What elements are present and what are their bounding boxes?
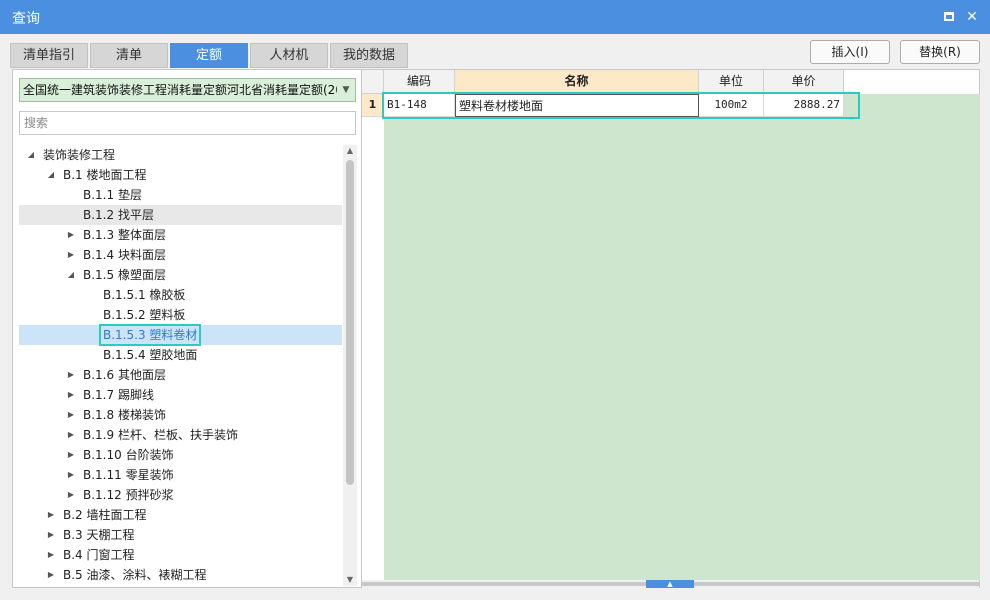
tree-scrollbar[interactable]: ▲ ▼ <box>343 145 357 586</box>
row-highlight-box <box>382 92 860 119</box>
tree-node[interactable]: ▶ B.1.9 栏杆、栏板、扶手装饰 <box>19 425 342 445</box>
dropdown-arrow-icon[interactable]: ▼ <box>337 79 355 101</box>
tree-node[interactable]: ◢ B.1.5 橡塑面层 <box>19 265 342 285</box>
tree-node[interactable]: B.1.5.4 塑胶地面 <box>19 345 342 365</box>
tree-node-label: B.1.4 块料面层 <box>83 248 166 262</box>
tree-node-label: B.1.9 栏杆、栏板、扶手装饰 <box>83 428 238 442</box>
tree-node-label: B.1.5.2 塑料板 <box>103 308 186 322</box>
tree-node-label: B.1.5.3 塑料卷材 <box>99 324 202 346</box>
collapse-arrow-icon[interactable]: ◢ <box>25 145 37 165</box>
tree-node-label: B.1.12 预拌砂浆 <box>83 488 174 502</box>
maximize-icon <box>944 11 954 21</box>
expand-arrow-icon[interactable]: ▶ <box>65 465 77 485</box>
collapse-arrow-icon[interactable]: ◢ <box>45 165 57 185</box>
tab-materials[interactable]: 人材机 <box>250 43 328 68</box>
tree-node-label: B.4 门窗工程 <box>63 548 135 562</box>
col-header-rownum <box>362 70 384 94</box>
tree-node-label: B.5 油漆、涂料、裱糊工程 <box>63 568 207 582</box>
tree-node-label: B.3 天棚工程 <box>63 528 135 542</box>
quota-tree: ◢ 装饰装修工程 ◢ B.1 楼地面工程 B.1.1 垫层 B.1.2 找平层 ▶ B.1.3… <box>13 145 343 585</box>
col-header-code[interactable]: 编码 <box>384 70 455 94</box>
tree-node[interactable]: ◢ 装饰装修工程 <box>19 145 342 165</box>
tree-node-label: B.1.8 楼梯装饰 <box>83 408 166 422</box>
tree-node-label: B.1.6 其他面层 <box>83 368 166 382</box>
window-title: 查询 <box>12 11 40 27</box>
replace-button[interactable]: 替换(R) <box>900 40 980 64</box>
tree-node[interactable]: ▶ B.1.8 楼梯装饰 <box>19 405 342 425</box>
tree-node[interactable]: ◢ B.1 楼地面工程 <box>19 165 342 185</box>
tree-node[interactable]: ▶ B.4 门窗工程 <box>19 545 342 565</box>
quota-library-select[interactable]: 全国统一建筑装饰装修工程消耗量定额河北省消耗量定额(20 ▼ <box>19 78 356 102</box>
tree-node[interactable]: ▶ B.1.3 整体面层 <box>19 225 342 245</box>
col-header-price[interactable]: 单价 <box>764 70 844 94</box>
expand-arrow-icon[interactable]: ▶ <box>65 365 77 385</box>
expand-arrow-icon[interactable]: ▶ <box>65 445 77 465</box>
insert-button[interactable]: 插入(I) <box>810 40 890 64</box>
expand-arrow-icon[interactable]: ▶ <box>45 545 57 565</box>
tree-node[interactable]: ▶ B.1.10 台阶装饰 <box>19 445 342 465</box>
collapse-arrow-icon[interactable]: ◢ <box>65 265 77 285</box>
tree-node-label: B.1.2 找平层 <box>83 208 154 222</box>
row-number: 1 <box>362 94 384 117</box>
expand-arrow-icon[interactable]: ▶ <box>65 225 77 245</box>
scroll-thumb[interactable] <box>346 160 354 485</box>
tree-node[interactable]: ▶ B.2 墙柱面工程 <box>19 505 342 525</box>
col-header-name[interactable]: 名称 <box>455 70 699 94</box>
scroll-up-icon[interactable]: ▲ <box>343 145 357 157</box>
expand-arrow-icon[interactable]: ▶ <box>65 245 77 265</box>
tree-node[interactable]: ▶ B.1.11 零星装饰 <box>19 465 342 485</box>
tree-node[interactable]: B.1.5.3 塑料卷材 <box>19 324 342 346</box>
title-bar: 查询 ✕ <box>0 0 990 34</box>
tree-node[interactable]: ▶ B.1.7 踢脚线 <box>19 385 342 405</box>
expand-arrow-icon[interactable]: ▶ <box>45 505 57 525</box>
tree-node-label: B.1.5 橡塑面层 <box>83 268 166 282</box>
tree-node[interactable]: B.1.2 找平层 <box>19 205 342 225</box>
tree-node-label: 装饰装修工程 <box>43 148 116 162</box>
tab-my-data[interactable]: 我的数据 <box>330 43 408 68</box>
grid-empty-area <box>384 94 980 580</box>
tree-node[interactable]: ▶ B.1.6 其他面层 <box>19 365 342 385</box>
tree-node-label: B.1.3 整体面层 <box>83 228 166 242</box>
tree-node[interactable]: ▶ B.5 油漆、涂料、裱糊工程 <box>19 565 342 585</box>
tree-node-label: B.1.1 垫层 <box>83 188 142 202</box>
tree-node-label: B.1.11 零星装饰 <box>83 468 174 482</box>
tree-node-label: B.1.5.1 橡胶板 <box>103 288 186 302</box>
expand-arrow-icon[interactable]: ▶ <box>65 425 77 445</box>
expand-arrow-icon[interactable]: ▶ <box>45 565 57 585</box>
tree-node-label: B.2 墙柱面工程 <box>63 508 147 522</box>
tree-node[interactable]: ▶ B.1.4 块料面层 <box>19 245 342 265</box>
quota-library-value: 全国统一建筑装饰装修工程消耗量定额河北省消耗量定额(20 <box>23 83 343 97</box>
col-header-unit[interactable]: 单位 <box>699 70 764 94</box>
search-input[interactable] <box>19 111 356 135</box>
close-button[interactable]: ✕ <box>961 6 983 28</box>
expand-arrow-icon[interactable]: ▶ <box>45 525 57 545</box>
tree-node-label: B.1.7 踢脚线 <box>83 388 154 402</box>
tree-node-label: B.1.5.4 塑胶地面 <box>103 348 198 362</box>
tab-list[interactable]: 清单 <box>90 43 168 68</box>
tree-node-label: B.1 楼地面工程 <box>63 168 147 182</box>
tab-list-guide[interactable]: 清单指引 <box>10 43 88 68</box>
tree-node[interactable]: B.1.1 垫层 <box>19 185 342 205</box>
scroll-down-icon[interactable]: ▼ <box>343 574 357 586</box>
tree-node[interactable]: ▶ B.1.12 预拌砂浆 <box>19 485 342 505</box>
window-body: 清单指引 清单 定额 人材机 我的数据 插入(I) 替换(R) 全国统一建筑装饰… <box>0 34 990 600</box>
maximize-button[interactable] <box>938 6 960 28</box>
left-panel: 全国统一建筑装饰装修工程消耗量定额河北省消耗量定额(20 ▼ ◢ 装饰装修工程 ◢ B… <box>12 69 362 588</box>
expand-arrow-icon[interactable]: ▶ <box>65 485 77 505</box>
expand-arrow-icon[interactable]: ▶ <box>65 405 77 425</box>
tree-node[interactable]: B.1.5.1 橡胶板 <box>19 285 342 305</box>
tree-node[interactable]: ▶ B.3 天棚工程 <box>19 525 342 545</box>
close-icon: ✕ <box>966 9 978 25</box>
grid-horizontal-scrollbar[interactable]: ▲ <box>362 580 979 588</box>
tab-quota[interactable]: 定额 <box>170 43 248 68</box>
tree-node-label: B.1.10 台阶装饰 <box>83 448 174 462</box>
tree-node[interactable]: B.1.5.2 塑料板 <box>19 305 342 325</box>
expand-arrow-icon[interactable]: ▶ <box>65 385 77 405</box>
results-panel: 编码 名称 单位 单价 1 B1-148 塑料卷材楼地面 100m2 2888.… <box>361 69 980 588</box>
hscroll-grip-icon[interactable]: ▲ <box>646 580 694 588</box>
